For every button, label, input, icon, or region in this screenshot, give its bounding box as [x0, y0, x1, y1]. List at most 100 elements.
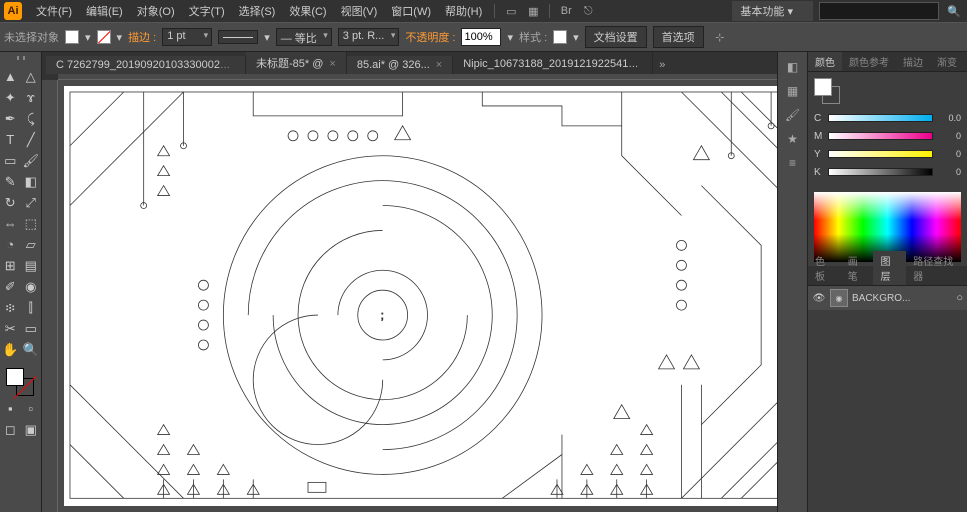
gradient-tool[interactable]: ▤	[21, 255, 42, 276]
layer-row[interactable]: 👁 ◉ BACKGRO... ○	[808, 286, 967, 310]
fill-stroke-control[interactable]	[0, 366, 41, 398]
selection-label: 未选择对象	[4, 29, 59, 45]
close-icon[interactable]: ×	[329, 58, 335, 70]
stroke-weight-dropdown[interactable]: 1 pt	[162, 28, 212, 46]
close-icon[interactable]: ×	[436, 59, 442, 71]
tab-layers[interactable]: 图层	[873, 251, 906, 285]
hand-tool[interactable]: ✋	[0, 339, 21, 360]
workspace-dropdown[interactable]: 基本功能 ▾	[732, 1, 813, 21]
zoom-tool[interactable]: 🔍	[21, 339, 42, 360]
svg-text:;: ;	[381, 310, 384, 322]
line-tool[interactable]: ╱	[21, 129, 42, 150]
opacity-input[interactable]: 100%	[461, 28, 501, 46]
menu-effect[interactable]: 效果(C)	[283, 1, 332, 21]
layers-panel-tabs: 色板 画笔 图层 路径查找器	[808, 266, 967, 286]
menu-select[interactable]: 选择(S)	[233, 1, 282, 21]
stroke-swatch[interactable]	[97, 30, 111, 44]
selection-tool[interactable]: ▲	[0, 66, 21, 87]
tab-stroke[interactable]: 描边	[896, 52, 930, 71]
tab-1[interactable]: 未标题-85* @×	[246, 52, 347, 74]
dock-brushes-icon[interactable]: 🖌	[778, 104, 807, 126]
tab-swatches[interactable]: 色板	[808, 251, 841, 285]
graph-tool[interactable]: ⫿	[21, 297, 42, 318]
layer-name[interactable]: BACKGRO...	[852, 293, 952, 304]
document-tabs: C 7262799_201909201033300028031.ai* @× 未…	[42, 52, 807, 74]
prefs-button[interactable]: 首选项	[653, 26, 704, 48]
tab-0[interactable]: C 7262799_201909201033300028031.ai* @×	[46, 56, 246, 74]
curvature-tool[interactable]: ⤹	[21, 108, 42, 129]
tab-3[interactable]: Nipic_10673188_20191219225415726083.ai* …	[453, 52, 653, 74]
slider-y[interactable]	[828, 150, 933, 158]
search-icon[interactable]: 🔍	[945, 2, 963, 20]
tab-color-guide[interactable]: 颜色参考	[842, 52, 896, 71]
dock-swatches-icon[interactable]: ▦	[778, 80, 807, 102]
scale-tool[interactable]: ⤢	[21, 192, 42, 213]
menu-view[interactable]: 视图(V)	[335, 1, 384, 21]
artboard[interactable]: ;	[64, 86, 801, 506]
fill-swatch[interactable]	[65, 30, 79, 44]
symbol-sprayer-tool[interactable]: ፨	[0, 297, 21, 318]
color-fill-stroke[interactable]	[814, 78, 840, 104]
tab-gradient[interactable]: 渐变	[930, 52, 964, 71]
color-panel-tabs: 颜色 颜色参考 描边 渐变	[808, 52, 967, 72]
visibility-icon[interactable]: 👁	[812, 291, 826, 305]
slider-c[interactable]	[828, 114, 933, 122]
rectangle-tool[interactable]: ▭	[0, 150, 21, 171]
menu-edit[interactable]: 编辑(E)	[80, 1, 129, 21]
slider-m[interactable]	[828, 132, 933, 140]
tab-pathfinder[interactable]: 路径查找器	[906, 251, 967, 285]
paintbrush-tool[interactable]: 🖌	[21, 150, 42, 171]
slider-k[interactable]	[828, 168, 933, 176]
arrange-icon[interactable]: ▦	[523, 1, 543, 21]
dock-symbols-icon[interactable]: ★	[778, 128, 807, 150]
dock-color-icon[interactable]: ◧	[778, 56, 807, 78]
shape-builder-tool[interactable]: ◔	[0, 234, 21, 255]
menu-object[interactable]: 对象(O)	[131, 1, 181, 21]
tab-overflow[interactable]: »	[653, 56, 671, 74]
direct-selection-tool[interactable]: △	[21, 66, 42, 87]
tab-color[interactable]: 颜色	[808, 52, 842, 71]
control-bar: 未选择对象 ▾ ▾ 描边 : 1 pt ▾ — 等比 3 pt. R... 不透…	[0, 22, 967, 52]
ruler-vertical[interactable]	[42, 80, 58, 512]
free-transform-tool[interactable]: ⬚	[21, 213, 42, 234]
bridge-icon[interactable]: Br	[556, 1, 576, 21]
menu-window[interactable]: 窗口(W)	[385, 1, 437, 21]
pen-tool[interactable]: ✒	[0, 108, 21, 129]
style-swatch[interactable]	[553, 30, 567, 44]
blend-tool[interactable]: ◉	[21, 276, 42, 297]
artboard-viewport[interactable]: ;	[58, 80, 807, 512]
gpu-icon[interactable]: ▭	[501, 1, 521, 21]
shaper-tool[interactable]: ✎	[0, 171, 21, 192]
doc-setup-button[interactable]: 文档设置	[585, 26, 647, 48]
menu-type[interactable]: 文字(T)	[183, 1, 231, 21]
draw-mode[interactable]: ◻	[0, 419, 21, 440]
eraser-tool[interactable]: ◧	[21, 171, 42, 192]
align-icon[interactable]: ⊹	[710, 27, 730, 47]
screen-mode[interactable]: ▣	[21, 419, 42, 440]
lasso-tool[interactable]: ɤ	[21, 87, 42, 108]
gradient-mode[interactable]: ▫	[21, 398, 42, 419]
brush-dropdown[interactable]: 3 pt. R...	[338, 28, 400, 46]
stock-icon[interactable]: ⎋	[578, 1, 598, 21]
target-icon[interactable]: ○	[956, 292, 963, 304]
magic-wand-tool[interactable]: ✦	[0, 87, 21, 108]
artboard-tool[interactable]: ✂	[0, 318, 21, 339]
color-panel: C0.0 M0 Y0 K0	[808, 72, 967, 188]
width-tool[interactable]: ⇔	[0, 213, 21, 234]
eyedropper-tool[interactable]: ✐	[0, 276, 21, 297]
stroke-profile-dropdown[interactable]: — 等比	[276, 28, 332, 46]
tab-2[interactable]: 85.ai* @ 326...×	[347, 56, 453, 74]
menu-file[interactable]: 文件(F)	[30, 1, 78, 21]
rotate-tool[interactable]: ↻	[0, 192, 21, 213]
menu-help[interactable]: 帮助(H)	[439, 1, 488, 21]
tab-brushes[interactable]: 画笔	[841, 251, 874, 285]
slice-tool[interactable]: ▭	[21, 318, 42, 339]
dock-stroke-icon[interactable]: ≡	[778, 152, 807, 174]
mesh-tool[interactable]: ⊞	[0, 255, 21, 276]
perspective-tool[interactable]: ▱	[21, 234, 42, 255]
type-tool[interactable]: T	[0, 129, 21, 150]
color-mode[interactable]: ▪	[0, 398, 21, 419]
search-input[interactable]	[819, 2, 939, 20]
stroke-dash-dropdown[interactable]	[218, 30, 258, 44]
layer-thumbnail: ◉	[830, 289, 848, 307]
